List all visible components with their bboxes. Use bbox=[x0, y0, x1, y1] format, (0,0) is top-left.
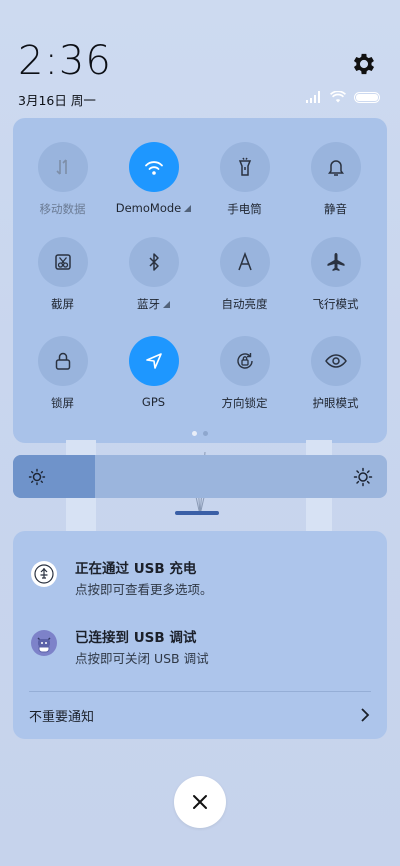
sun-small-icon bbox=[28, 468, 46, 486]
tile-bell[interactable]: 静音 bbox=[290, 142, 381, 217]
expand-indicator-icon bbox=[163, 301, 170, 308]
brightness-slider[interactable] bbox=[13, 455, 387, 498]
tile-label-text: GPS bbox=[141, 395, 166, 409]
tile-label-text: 移动数据 bbox=[39, 202, 86, 216]
tile-label-text: 方向锁定 bbox=[221, 396, 268, 410]
chevron-right-icon[interactable] bbox=[359, 708, 371, 722]
tile-eye[interactable]: 护眼模式 bbox=[290, 336, 381, 411]
tile-label: 自动亮度 bbox=[199, 296, 290, 312]
android-debug-icon bbox=[31, 630, 57, 656]
notification-title: 正在通过 USB 充电 bbox=[75, 561, 197, 577]
tile-location[interactable]: GPS bbox=[108, 336, 199, 409]
tile-label: 锁屏 bbox=[17, 395, 108, 411]
tile-label-text: 飞行模式 bbox=[312, 297, 359, 311]
location-icon bbox=[128, 336, 179, 386]
tile-label: 方向锁定 bbox=[199, 395, 290, 411]
notification-usb-charging[interactable]: 正在通过 USB 充电 点按即可查看更多选项。 bbox=[31, 557, 369, 607]
tile-label-text: 护眼模式 bbox=[312, 396, 359, 410]
bell-icon bbox=[310, 142, 361, 192]
tile-label-text: 手电筒 bbox=[227, 202, 262, 216]
quick-settings-panel: 移动数据 DemoMode 手电筒 静音截屏 蓝牙 自动亮度 飞行模式锁屏 GPS 方向锁定 护眼… bbox=[13, 118, 387, 443]
notification-text: 点按即可关闭 USB 调试 bbox=[75, 651, 209, 666]
tile-label-text: 蓝牙 bbox=[137, 297, 160, 311]
page-indicator bbox=[13, 431, 387, 436]
gear-icon[interactable] bbox=[350, 50, 378, 78]
tile-mobile-data[interactable]: 移动数据 bbox=[17, 142, 108, 217]
clock-time: 2:36 bbox=[18, 38, 112, 84]
tile-label: 静音 bbox=[290, 201, 381, 217]
tile-flashlight[interactable]: 手电筒 bbox=[199, 142, 290, 217]
close-icon bbox=[193, 795, 207, 809]
usb-charge-icon bbox=[31, 561, 57, 587]
brightness-fill bbox=[13, 455, 96, 498]
tile-wifi[interactable]: DemoMode bbox=[108, 142, 199, 215]
airplane-icon bbox=[310, 237, 361, 287]
tile-label: 飞行模式 bbox=[290, 296, 381, 312]
tile-auto-brightness[interactable]: 自动亮度 bbox=[199, 237, 290, 312]
rotation-lock-icon bbox=[219, 336, 270, 386]
wifi-icon bbox=[128, 142, 179, 192]
notification-panel: 正在通过 USB 充电 点按即可查看更多选项。 已连接到 USB 调试 点按即可… bbox=[13, 531, 387, 739]
tile-label: 移动数据 bbox=[17, 201, 108, 217]
tile-label: DemoMode bbox=[108, 201, 199, 215]
tile-label-text: 静音 bbox=[324, 202, 347, 216]
tile-airplane[interactable]: 飞行模式 bbox=[290, 237, 381, 312]
tile-label-text: 自动亮度 bbox=[221, 297, 268, 311]
page-dot-inactive bbox=[203, 431, 208, 436]
page-dot-active bbox=[192, 431, 197, 436]
signal-icon bbox=[306, 91, 320, 103]
wifi-status-icon bbox=[330, 91, 346, 103]
eye-icon bbox=[310, 336, 361, 386]
clear-all-button[interactable] bbox=[174, 776, 226, 828]
unimportant-notifications-link[interactable]: 不重要通知 bbox=[29, 706, 94, 725]
notification-usb-debug[interactable]: 已连接到 USB 调试 点按即可关闭 USB 调试 bbox=[31, 626, 369, 676]
tile-label-text: 锁屏 bbox=[51, 396, 74, 410]
tile-label: 蓝牙 bbox=[108, 296, 199, 312]
tile-bluetooth[interactable]: 蓝牙 bbox=[108, 237, 199, 312]
notification-text: 点按即可查看更多选项。 bbox=[75, 582, 213, 597]
tile-lock[interactable]: 锁屏 bbox=[17, 336, 108, 411]
tile-screenshot[interactable]: 截屏 bbox=[17, 237, 108, 312]
tile-label-text: 截屏 bbox=[51, 297, 74, 311]
tile-label: 截屏 bbox=[17, 296, 108, 312]
sun-large-icon bbox=[353, 467, 373, 487]
tile-label: 手电筒 bbox=[199, 201, 290, 217]
bluetooth-icon bbox=[128, 237, 179, 287]
expand-indicator-icon bbox=[184, 205, 192, 212]
flashlight-icon bbox=[219, 142, 270, 192]
lock-icon bbox=[37, 336, 88, 386]
mobile-data-icon bbox=[37, 142, 88, 192]
tile-label: GPS bbox=[108, 395, 199, 409]
tile-label: 护眼模式 bbox=[290, 395, 381, 411]
tile-label-text: DemoMode bbox=[115, 201, 182, 215]
notification-title: 已连接到 USB 调试 bbox=[75, 630, 197, 646]
auto-brightness-icon bbox=[219, 237, 270, 287]
battery-icon bbox=[354, 91, 380, 103]
status-icons bbox=[306, 91, 380, 103]
tile-rotation-lock[interactable]: 方向锁定 bbox=[199, 336, 290, 411]
screenshot-icon bbox=[37, 237, 88, 287]
date-label: 3月16日 周一 bbox=[18, 93, 96, 108]
notification-divider bbox=[29, 691, 371, 692]
